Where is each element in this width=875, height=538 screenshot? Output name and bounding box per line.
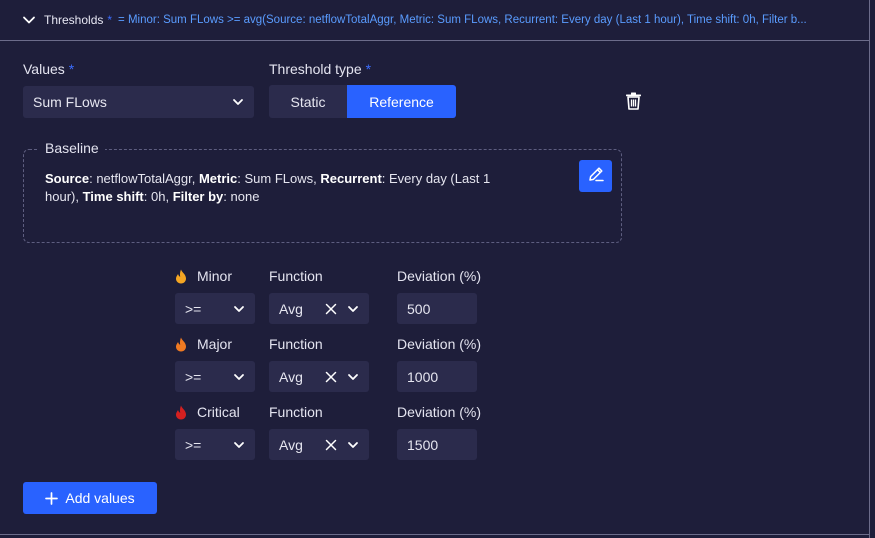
fire-icon (176, 337, 186, 351)
baseline-time-shift: 0h (151, 189, 166, 204)
close-icon[interactable] (325, 303, 337, 315)
values-label: Values * (23, 61, 74, 77)
baseline-filter: none (230, 189, 260, 204)
function-value: Avg (279, 368, 303, 385)
close-icon[interactable] (325, 371, 337, 383)
chevron-down-icon (233, 303, 245, 315)
deviation-input-critical[interactable]: 1500 (397, 429, 477, 460)
baseline-recurrent-label: Recurrent (320, 171, 382, 186)
fire-icon (176, 269, 186, 283)
trash-icon[interactable] (625, 92, 642, 110)
baseline-source: netflowTotalAggr (96, 171, 192, 186)
operator-value: >= (185, 300, 202, 317)
baseline-recurrent-cont: hour) (45, 189, 76, 204)
deviation-input-major[interactable]: 1000 (397, 361, 477, 392)
fire-icon (176, 405, 186, 419)
chevron-down-icon[interactable] (22, 12, 38, 28)
operator-select-critical[interactable]: >= (175, 429, 255, 460)
values-select-value: Sum FLows (33, 94, 107, 110)
severity-major-label: Major (175, 336, 232, 352)
thresholds-header[interactable]: Thresholds * = Minor: Sum FLows >= avg(S… (0, 0, 869, 41)
severity-minor-name: Minor (197, 268, 233, 284)
function-select-critical[interactable]: Avg (269, 429, 369, 460)
chevron-down-icon (347, 371, 359, 383)
thresholds-title: Thresholds (44, 13, 104, 27)
values-select[interactable]: Sum FLows (23, 86, 254, 118)
add-values-label: Add values (65, 490, 135, 506)
divider (0, 534, 869, 535)
plus-icon (45, 491, 59, 505)
baseline-recurrent: Every day (Last 1 (389, 171, 491, 186)
deviation-label: Deviation (%) (397, 404, 482, 420)
thresholds-summary: = Minor: Sum FLows >= avg(Source: netflo… (118, 14, 807, 26)
values-label-text: Values (23, 61, 65, 77)
threshold-type-label: Threshold type * (269, 61, 371, 77)
function-label: Function (269, 404, 323, 420)
baseline-filter-label: Filter by (172, 189, 224, 204)
function-value: Avg (279, 300, 303, 317)
chevron-down-icon (233, 439, 245, 451)
severity-critical-name: Critical (197, 404, 240, 420)
add-values-button[interactable]: Add values (23, 482, 157, 514)
operator-select-minor[interactable]: >= (175, 293, 255, 324)
function-value: Avg (279, 436, 303, 453)
threshold-type-reference[interactable]: Reference (347, 85, 456, 118)
baseline-metric-label: Metric (198, 171, 238, 186)
required-mark: * (365, 61, 372, 77)
operator-select-major[interactable]: >= (175, 361, 255, 392)
deviation-label: Deviation (%) (397, 268, 482, 284)
chevron-down-icon (232, 96, 244, 108)
threshold-type-static[interactable]: Static (269, 85, 347, 118)
required-mark: * (68, 61, 75, 77)
baseline-legend: Baseline (39, 140, 105, 156)
deviation-input-minor[interactable]: 500 (397, 293, 477, 324)
chevron-down-icon (233, 371, 245, 383)
function-select-minor[interactable]: Avg (269, 293, 369, 324)
chevron-down-icon (347, 303, 359, 315)
function-label: Function (269, 268, 323, 284)
baseline-source-label: Source (45, 171, 90, 186)
function-label: Function (269, 336, 323, 352)
threshold-type-label-text: Threshold type (269, 61, 362, 77)
baseline-metric: Sum FLows (244, 171, 314, 186)
threshold-type-toggle: Static Reference (269, 85, 456, 118)
close-icon[interactable] (325, 439, 337, 451)
baseline-time-shift-label: Time shift (82, 189, 144, 204)
severity-major-name: Major (197, 336, 233, 352)
deviation-label: Deviation (%) (397, 336, 482, 352)
operator-value: >= (185, 436, 202, 453)
severity-critical-label: Critical (175, 404, 240, 420)
operator-value: >= (185, 368, 202, 385)
thresholds-panel: Thresholds * = Minor: Sum FLows >= avg(S… (0, 0, 870, 538)
function-select-major[interactable]: Avg (269, 361, 369, 392)
severity-minor-label: Minor (175, 268, 232, 284)
edit-baseline-button[interactable] (579, 160, 612, 192)
pencil-icon (587, 165, 605, 188)
chevron-down-icon (347, 439, 359, 451)
required-mark: * (107, 13, 113, 27)
baseline-description: Source: netflowTotalAggr, Metric: Sum FL… (45, 171, 491, 204)
